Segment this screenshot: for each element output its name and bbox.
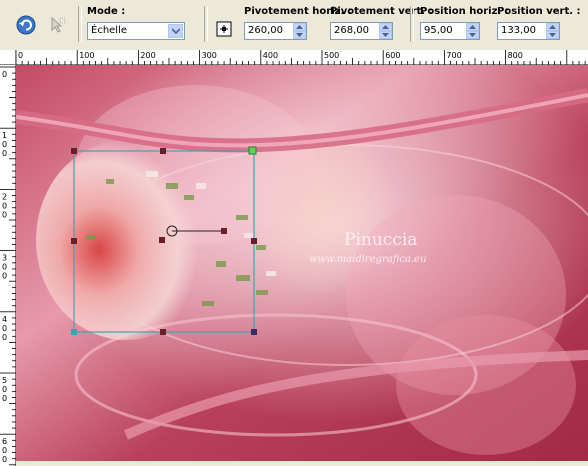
apply-button[interactable] <box>46 13 70 37</box>
pivot-box-icon <box>216 21 232 37</box>
toolbar-separator <box>204 6 208 42</box>
vertical-ruler[interactable]: 0100200300400500600 <box>0 65 16 466</box>
spin-down-icon[interactable] <box>546 31 559 39</box>
toolbar-separator <box>78 6 82 42</box>
ruler-label: 0 <box>2 210 7 219</box>
ruler-label: 0 <box>2 324 7 333</box>
pivot-horiz-value: 260,00 <box>248 25 283 36</box>
spin-up-icon[interactable] <box>293 23 306 31</box>
chevron-down-icon <box>168 24 183 38</box>
canvas-bottom-edge <box>16 461 588 466</box>
corner-handle-bottom-right[interactable] <box>251 329 257 335</box>
edge-handle-right[interactable] <box>251 238 257 244</box>
corner-handle-top-left[interactable] <box>71 148 77 154</box>
position-vert-label: Position vert. : <box>497 6 581 17</box>
position-horiz-field[interactable]: 95,00 <box>420 22 480 40</box>
pivot-horiz-field[interactable]: 260,00 <box>244 22 307 40</box>
ruler-label: 0 <box>2 446 7 455</box>
watermark-title: Pinuccia <box>344 230 417 250</box>
edge-handle-top[interactable] <box>160 148 166 154</box>
horizontal-ruler[interactable]: 0 100 200 300 400 500 600 700 800 <box>16 50 588 65</box>
mode-select-value: Échelle <box>91 25 128 36</box>
pivot-vert-label: Pivotement vert. : <box>330 6 433 17</box>
ruler-label: 2 <box>2 192 7 201</box>
position-vert-field[interactable]: 133,00 <box>497 22 560 40</box>
watermark-url: www.maidiregrafica.eu <box>309 254 427 265</box>
ruler-label: 0 <box>2 333 7 342</box>
ruler-label: 100 <box>79 51 94 60</box>
spin-up-icon[interactable] <box>546 23 559 31</box>
position-vert-value: 133,00 <box>501 25 536 36</box>
ruler-label: 0 <box>18 51 23 60</box>
ruler-label: 0 <box>2 149 7 158</box>
ruler-corner <box>0 50 16 65</box>
pivot-vert-value: 268,00 <box>334 25 369 36</box>
undo-arrow-icon <box>16 15 36 35</box>
pivot-toggle-button[interactable] <box>212 17 236 41</box>
move-cursor-icon <box>51 16 66 33</box>
ruler-label: 800 <box>508 51 523 60</box>
tool-options-toolbar: Mode : Échelle Pivotement horiz. : 260,0… <box>0 0 588 51</box>
ruler-label: 0 <box>2 263 7 272</box>
ruler-label: 0 <box>2 70 7 79</box>
decor-ellipse <box>396 315 576 455</box>
position-horiz-value: 95,00 <box>424 25 453 36</box>
ruler-label: 400 <box>263 51 278 60</box>
ruler-label: 6 <box>2 437 7 446</box>
image-canvas[interactable]: Pinuccia www.maidiregrafica.eu <box>16 65 588 461</box>
ruler-label: 1 <box>2 131 7 140</box>
reset-button[interactable] <box>14 13 38 37</box>
ruler-label: 300 <box>202 51 217 60</box>
ruler-label: 0 <box>2 140 7 149</box>
rotation-handle[interactable] <box>221 228 227 234</box>
ruler-label: 4 <box>2 315 7 324</box>
spin-down-icon[interactable] <box>293 31 306 39</box>
edge-handle-left[interactable] <box>71 238 77 244</box>
ruler-label: 600 <box>385 51 400 60</box>
ruler-label: 200 <box>140 51 155 60</box>
corner-handle-top-right[interactable] <box>248 146 257 155</box>
spin-up-icon[interactable] <box>379 23 392 31</box>
edge-handle-bottom[interactable] <box>160 329 166 335</box>
spin-down-icon[interactable] <box>379 31 392 39</box>
ruler-label: 5 <box>2 376 7 385</box>
ruler-label: 700 <box>446 51 461 60</box>
mode-label: Mode : <box>87 6 126 17</box>
ruler-label: 3 <box>2 254 7 263</box>
ruler-label: 0 <box>2 201 7 210</box>
pivot-vert-field[interactable]: 268,00 <box>330 22 393 40</box>
spin-up-icon[interactable] <box>466 23 479 31</box>
ruler-label: 0 <box>2 455 7 464</box>
ruler-label: 0 <box>2 385 7 394</box>
spin-down-icon[interactable] <box>466 31 479 39</box>
ruler-label: 0 <box>2 394 7 403</box>
flower-graphic <box>36 140 216 340</box>
ruler-label: 500 <box>324 51 339 60</box>
corner-handle-bottom-left[interactable] <box>71 329 77 335</box>
mode-select[interactable]: Échelle <box>87 22 185 40</box>
ruler-label: 0 <box>2 272 7 281</box>
position-horiz-label: Position horiz. : <box>420 6 509 17</box>
center-handle[interactable] <box>159 237 165 243</box>
toolbar-separator <box>410 6 414 42</box>
